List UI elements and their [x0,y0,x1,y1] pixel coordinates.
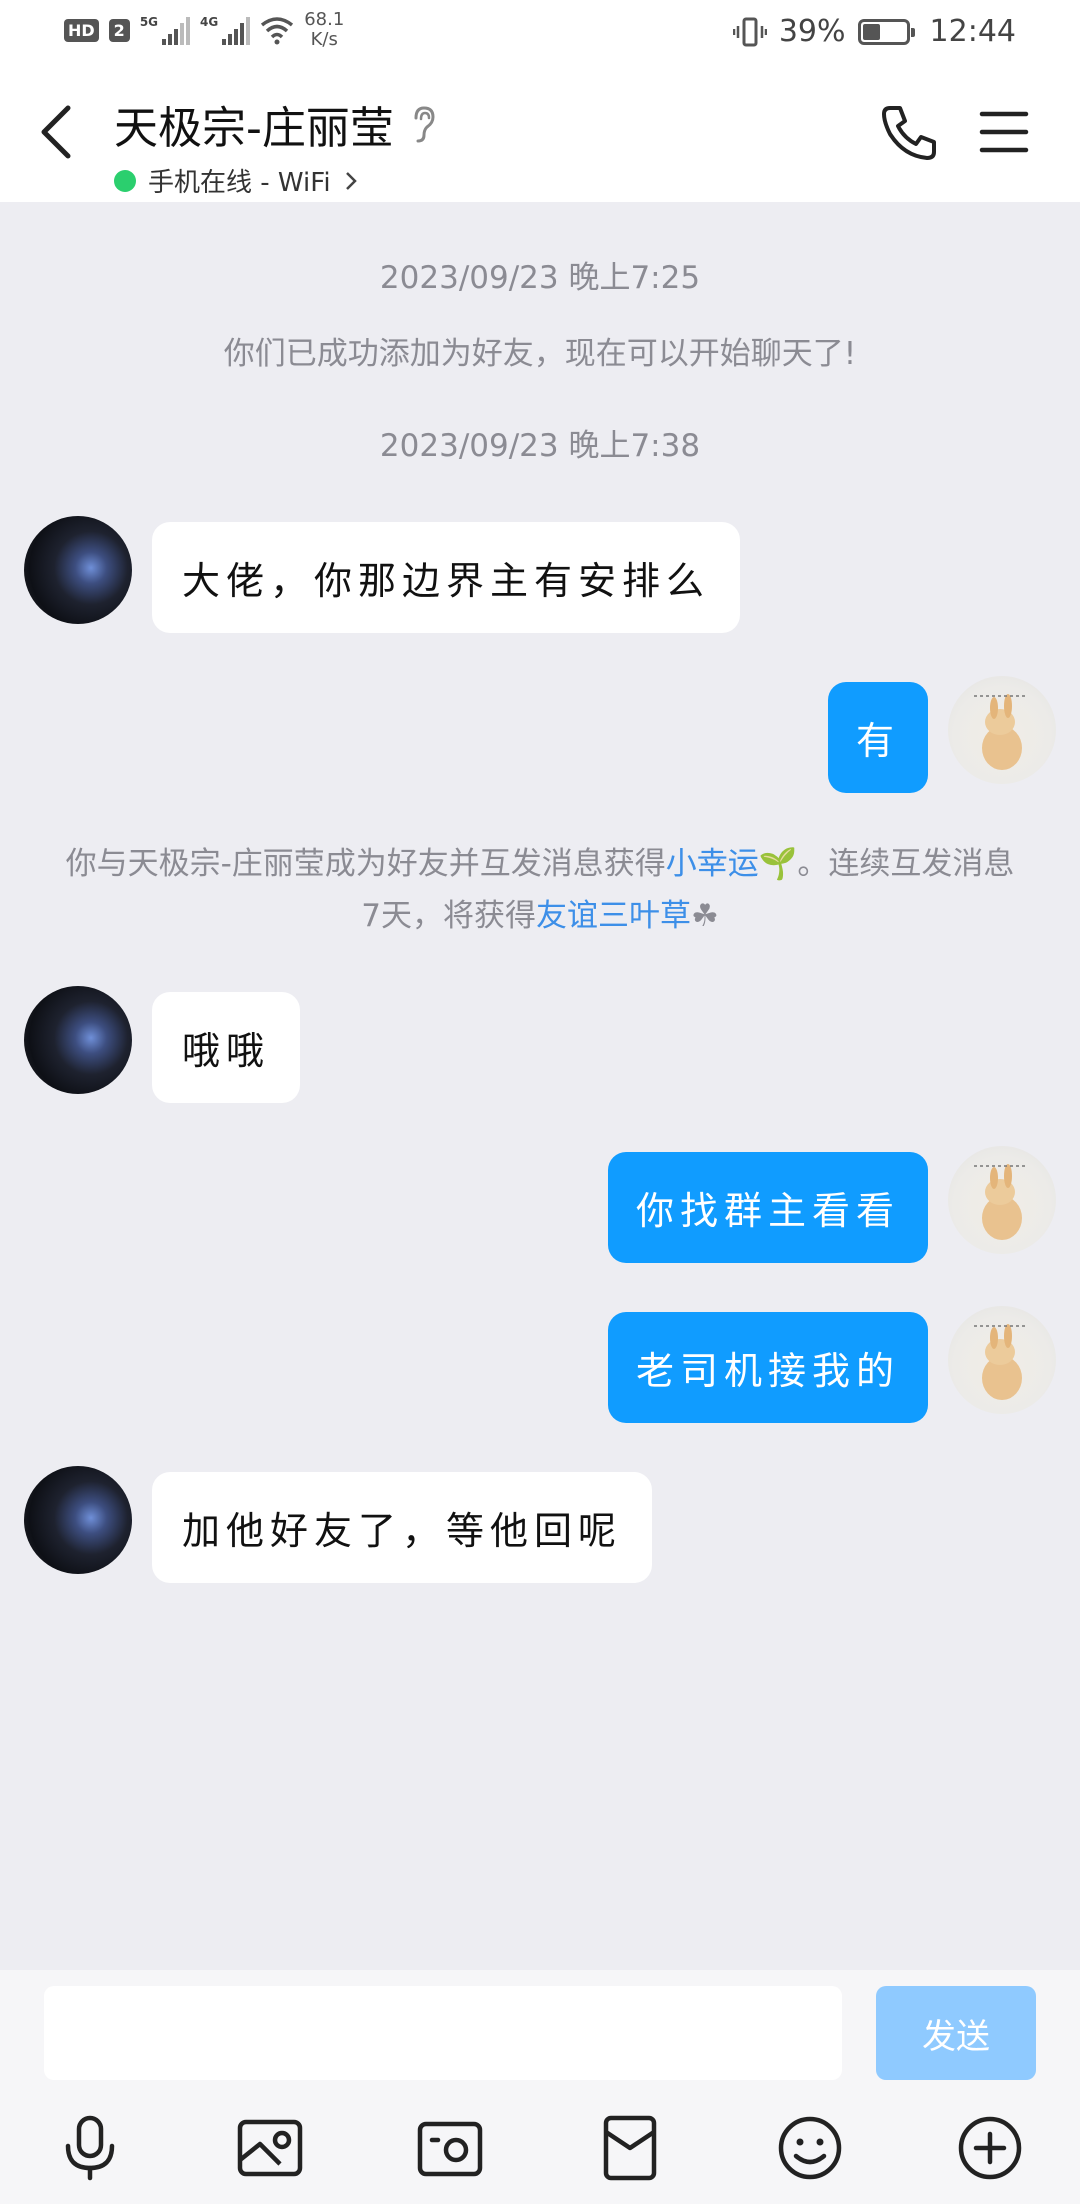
chat-area[interactable]: 2023/09/23 晚上7:25 你们已成功添加为好友，现在可以开始聊天了! … [0,202,1080,1970]
notice-text: 你与天极宗-庄丽莹成为好友并互发消息获得 [65,846,666,882]
message-bubble-received[interactable]: 哦哦 [152,992,301,1103]
timestamp: 2023/09/23 晚上7:25 [379,260,701,296]
message-bubble-sent[interactable]: 老司机接我的 [607,1312,928,1423]
chat-header: 天极宗-庄丽莹 手机在线 - WiFi [0,66,1080,202]
microphone-icon[interactable] [54,2112,126,2184]
red-packet-icon[interactable] [594,2112,666,2184]
message-bubble-sent[interactable]: 你找群主看看 [607,1152,928,1263]
rabbit-sticker-icon [974,1164,1028,1240]
speed-value: 68.1 [304,9,345,30]
net-5g-label: 5G [139,15,159,29]
my-avatar[interactable] [948,676,1056,784]
wifi-icon [261,17,294,45]
signal-5g-icon: 5G [139,15,191,45]
status-right: 39% 12:44 [732,14,1016,49]
friend-added-notice: 你们已成功添加为好友，现在可以开始聊天了! [223,336,857,372]
contact-name: 天极宗-庄丽莹 [114,103,394,154]
rabbit-sticker-icon [974,1324,1028,1400]
my-avatar[interactable] [948,1306,1056,1414]
online-status-dot [114,169,136,192]
signal-4g-icon: 4G [200,15,251,45]
contact-info[interactable]: 天极宗-庄丽莹 手机在线 - WiFi [114,92,438,199]
message-bubble-received[interactable]: 加他好友了，等他回呢 [152,1472,653,1583]
sprout-icon: 🌱 [758,846,798,882]
lucky-link[interactable]: 小幸运 [666,846,759,882]
online-status-text: 手机在线 - WiFi [148,168,331,198]
message-input[interactable] [44,1986,842,2080]
network-speed: 68.1 K/s [304,10,344,50]
rabbit-sticker-icon [974,694,1028,770]
emoji-icon[interactable] [774,2112,846,2184]
status-left: HD 2 5G 4G 68.1 K/s [64,10,344,50]
battery-percent: 39% [778,14,846,49]
friendship-reward-notice: 你与天极宗-庄丽莹成为好友并互发消息获得小幸运🌱。连续互发消息7天，将获得友谊三… [60,838,1020,942]
contact-avatar[interactable] [24,516,132,624]
clover-icon: ☘ [690,898,719,934]
timestamp: 2023/09/23 晚上7:38 [379,428,701,464]
battery-icon [857,18,915,45]
phone-icon[interactable] [878,102,940,164]
send-button[interactable]: 发送 [876,1986,1036,2080]
ear-icon[interactable] [408,104,438,144]
plus-icon[interactable] [954,2112,1026,2184]
vibrate-icon [732,17,767,46]
speed-unit: K/s [310,29,338,50]
status-bar: HD 2 5G 4G 68.1 K/s 39% 12:44 [0,0,1080,66]
camera-icon[interactable] [414,2112,486,2184]
battery-fill [862,23,880,40]
contact-avatar[interactable] [24,986,132,1094]
net-4g-label: 4G [200,15,219,29]
input-bar: 发送 [0,1970,1080,2204]
clock: 12:44 [929,14,1016,49]
message-bubble-sent[interactable]: 有 [827,682,928,793]
back-arrow-icon[interactable] [34,100,82,164]
contact-avatar[interactable] [24,1466,132,1574]
input-toolbar [0,2112,1080,2192]
clover-link[interactable]: 友谊三叶草 [536,898,691,934]
menu-icon[interactable] [978,106,1030,158]
hd-badge: HD [64,18,99,42]
image-icon[interactable] [234,2112,306,2184]
message-bubble-received[interactable]: 大佬，你那边界主有安排么 [152,522,741,633]
chevron-right-icon [345,171,357,190]
sim-badge: 2 [108,18,130,42]
my-avatar[interactable] [948,1146,1056,1254]
